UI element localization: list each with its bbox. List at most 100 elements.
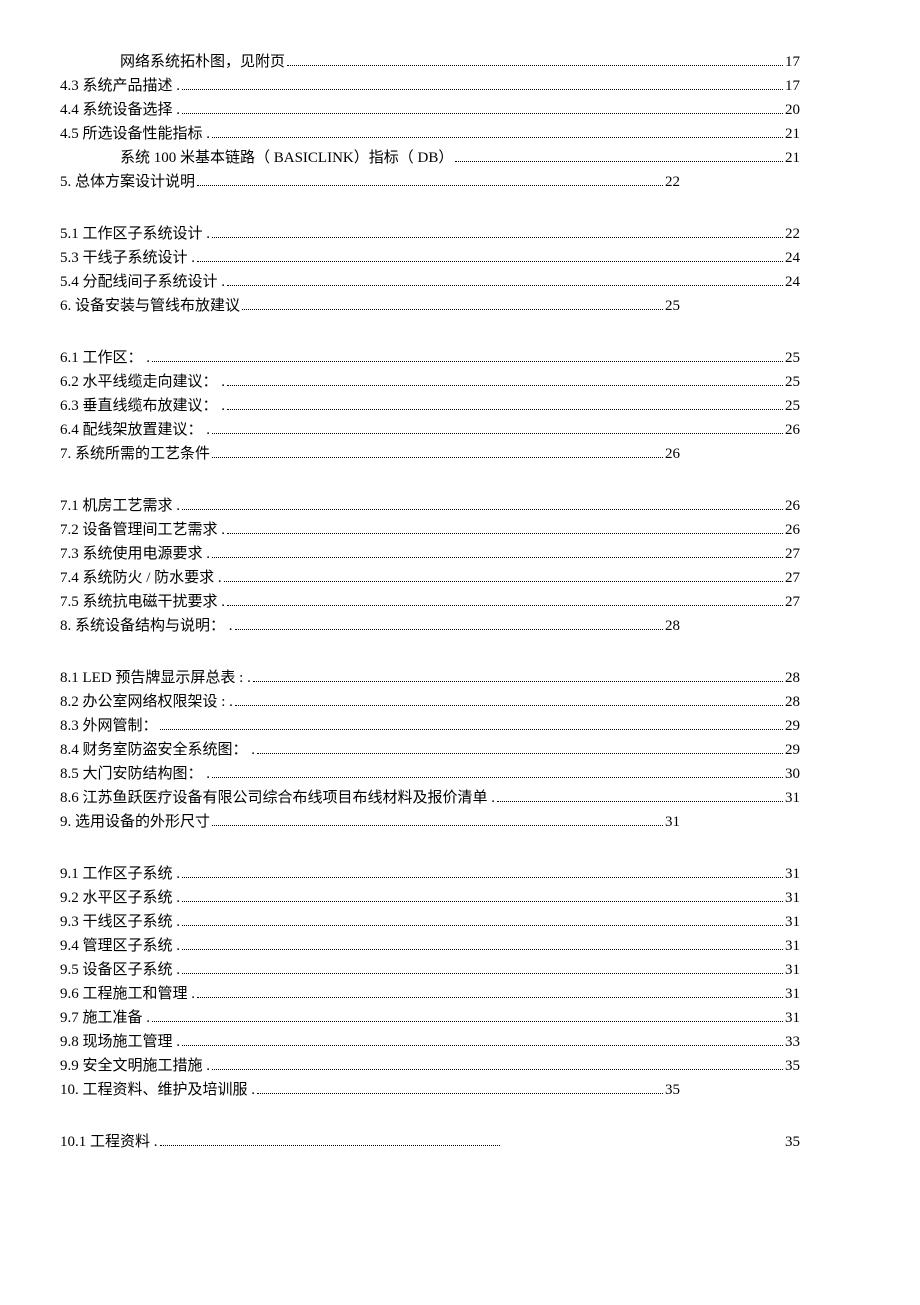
toc-page-number: 31 (785, 910, 800, 934)
toc-leader-dots (182, 1045, 783, 1046)
toc-page-number: 27 (785, 542, 800, 566)
toc-label: 9.5 设备区子系统 . (60, 958, 180, 982)
toc-label: 10.1 工程资料 . (60, 1130, 158, 1154)
toc-label: 8.5 大门安防结构图： . (60, 762, 210, 786)
toc-entry: 7.4 系统防火 / 防水要求 . 27 (60, 566, 860, 590)
toc-leader-dots (212, 433, 783, 434)
toc-entry: 9.1 工作区子系统 .31 (60, 862, 860, 886)
toc-leader-dots (182, 949, 783, 950)
toc-leader-dots (212, 137, 783, 138)
toc-label: 4.4 系统设备选择 . (60, 98, 180, 122)
toc-page-number: 35 (665, 1078, 680, 1102)
toc-entry: 7.5 系统抗电磁干扰要求 .27 (60, 590, 860, 614)
toc-leader-dots (182, 901, 783, 902)
toc-leader-dots (212, 825, 663, 826)
toc-leader-dots (227, 605, 783, 606)
toc-page-number: 26 (785, 418, 800, 442)
toc-page-number: 29 (785, 714, 800, 738)
toc-page-number: 24 (785, 246, 800, 270)
toc-label: 9.2 水平区子系统 . (60, 886, 180, 910)
toc-entry: 8.3 外网管制： 29 (60, 714, 860, 738)
toc-leader-dots (197, 261, 783, 262)
toc-leader-dots (227, 285, 783, 286)
toc-leader-dots (497, 801, 783, 802)
toc-leader-dots (160, 729, 783, 730)
toc-page-number: 25 (785, 394, 800, 418)
toc-label: 7.1 机房工艺需求 . (60, 494, 180, 518)
toc-entry: 9. 选用设备的外形尺寸 31 (60, 810, 860, 834)
toc-page-number: 25 (665, 294, 680, 318)
toc-page-number: 25 (785, 346, 800, 370)
toc-label: 9.8 现场施工管理 . (60, 1030, 180, 1054)
toc-label: 9.9 安全文明施工措施 . (60, 1054, 210, 1078)
toc-leader-dots (257, 753, 783, 754)
toc-page-number: 25 (785, 370, 800, 394)
toc-leader-dots (182, 877, 783, 878)
toc-leader-dots (242, 309, 663, 310)
toc-entry: 9.6 工程施工和管理 .31 (60, 982, 860, 1006)
toc-page-number: 21 (785, 146, 800, 170)
toc-label: 5. 总体方案设计说明 (60, 170, 195, 194)
toc-entry: 6.4 配线架放置建议： . 26 (60, 418, 860, 442)
toc-page-number: 26 (785, 518, 800, 542)
toc-page-number: 35 (785, 1054, 800, 1078)
toc-label: 7.5 系统抗电磁干扰要求 . (60, 590, 225, 614)
toc-page-number: 31 (665, 810, 680, 834)
toc-entry: 9.9 安全文明施工措施 . 35 (60, 1054, 860, 1078)
toc-label: 8.1 LED 预告牌显示屏总表 : . (60, 666, 251, 690)
toc-leader-dots (455, 161, 783, 162)
toc-entry: 5.1 工作区子系统设计 .22 (60, 222, 860, 246)
toc-entry: 8.6 江苏鱼跃医疗设备有限公司综合布线项目布线材料及报价清单 . 31 (60, 786, 860, 810)
toc-label: 5.4 分配线间子系统设计 . (60, 270, 225, 294)
toc-leader-dots (227, 385, 783, 386)
toc-leader-dots (287, 65, 783, 66)
toc-label: 网络系统拓朴图，见附页 (120, 50, 285, 74)
toc-label: 4.5 所选设备性能指标 . (60, 122, 210, 146)
toc-entry: 8.4 财务室防盗安全系统图： .29 (60, 738, 860, 762)
toc-entry: 8.2 办公室网络权限架设 : .28 (60, 690, 860, 714)
toc-label: 8.3 外网管制： (60, 714, 158, 738)
toc-entry: 网络系统拓朴图，见附页 17 (60, 50, 860, 74)
toc-leader-dots (257, 1093, 663, 1094)
toc-label: 8.6 江苏鱼跃医疗设备有限公司综合布线项目布线材料及报价清单 . (60, 786, 495, 810)
toc-page-number: 22 (665, 170, 680, 194)
toc-leader-dots (227, 533, 783, 534)
toc-page-number: 26 (665, 442, 680, 466)
toc-label: 9. 选用设备的外形尺寸 (60, 810, 210, 834)
toc-label: 9.3 干线区子系统 . (60, 910, 180, 934)
toc-label: 6.4 配线架放置建议： . (60, 418, 210, 442)
toc-label: 6.3 垂直线缆布放建议： . (60, 394, 225, 418)
toc-entry: 6. 设备安装与管线布放建议25 (60, 294, 860, 318)
toc-page-number: 17 (785, 50, 800, 74)
toc-entry: 8.1 LED 预告牌显示屏总表 : . 28 (60, 666, 860, 690)
toc-leader-dots (152, 1021, 783, 1022)
toc-leader-dots (182, 925, 783, 926)
toc-page-number: 27 (785, 566, 800, 590)
toc-label: 7. 系统所需的工艺条件 (60, 442, 210, 466)
toc-entry: 9.3 干线区子系统 . 31 (60, 910, 860, 934)
toc-label: 7.4 系统防火 / 防水要求 . (60, 566, 222, 590)
toc-entry: 5.3 干线子系统设计 .24 (60, 246, 860, 270)
toc-entry: 9.7 施工准备 . 31 (60, 1006, 860, 1030)
toc-page-number: 20 (785, 98, 800, 122)
toc-leader-dots (160, 1145, 500, 1146)
toc-page-number: 31 (785, 862, 800, 886)
toc-page-number: 31 (785, 1006, 800, 1030)
toc-page-number: 28 (785, 666, 800, 690)
toc-entry: 5. 总体方案设计说明 22 (60, 170, 860, 194)
toc-leader-dots (212, 237, 783, 238)
toc-page-number: 35 (785, 1130, 800, 1154)
toc-entry: 9.8 现场施工管理 .33 (60, 1030, 860, 1054)
toc-page-number: 22 (785, 222, 800, 246)
toc-leader-dots (212, 457, 663, 458)
toc-page-number: 31 (785, 786, 800, 810)
toc-label: 6.1 工作区： . (60, 346, 150, 370)
toc-label: 8.4 财务室防盗安全系统图： . (60, 738, 255, 762)
toc-entry: 7.2 设备管理间工艺需求 .26 (60, 518, 860, 542)
toc-label: 9.4 管理区子系统 . (60, 934, 180, 958)
toc-label: 9.7 施工准备 . (60, 1006, 150, 1030)
toc-entry: 7.3 系统使用电源要求 .27 (60, 542, 860, 566)
toc-leader-dots (212, 557, 783, 558)
toc-leader-dots (182, 973, 783, 974)
toc-label: 8. 系统设备结构与说明： . (60, 614, 233, 638)
